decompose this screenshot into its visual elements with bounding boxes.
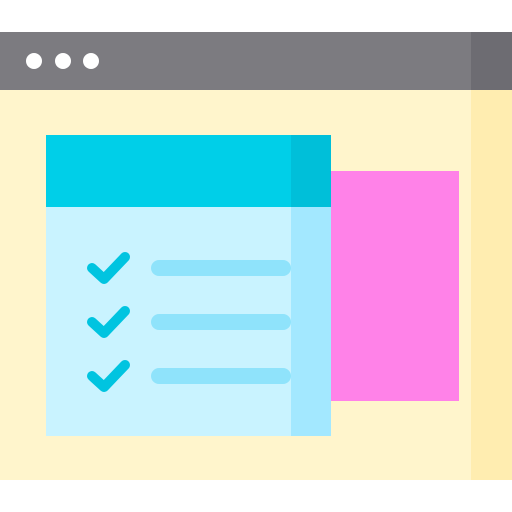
checklist-item-line	[151, 314, 291, 330]
checklist-card	[46, 135, 331, 436]
checklist-card-header-shade	[291, 135, 331, 207]
pink-note-panel	[331, 171, 459, 401]
checklist-card-header	[46, 135, 291, 207]
window-dot-icon	[26, 53, 42, 69]
titlebar-shade	[471, 32, 512, 90]
checkmark-icon	[87, 306, 130, 338]
checkmark-icon	[87, 252, 130, 284]
window-titlebar	[0, 32, 512, 90]
checkmark-icon	[87, 360, 130, 392]
checklist-item-line	[151, 260, 291, 276]
checklist-item	[46, 302, 331, 342]
checklist-item-line	[151, 368, 291, 384]
checklist-item	[46, 356, 331, 396]
window-dot-icon	[83, 53, 99, 69]
illustration	[0, 0, 512, 512]
checklist-item	[46, 248, 331, 288]
window-dot-icon	[55, 53, 71, 69]
browser-window	[0, 32, 512, 480]
window-content-shade	[471, 90, 512, 480]
